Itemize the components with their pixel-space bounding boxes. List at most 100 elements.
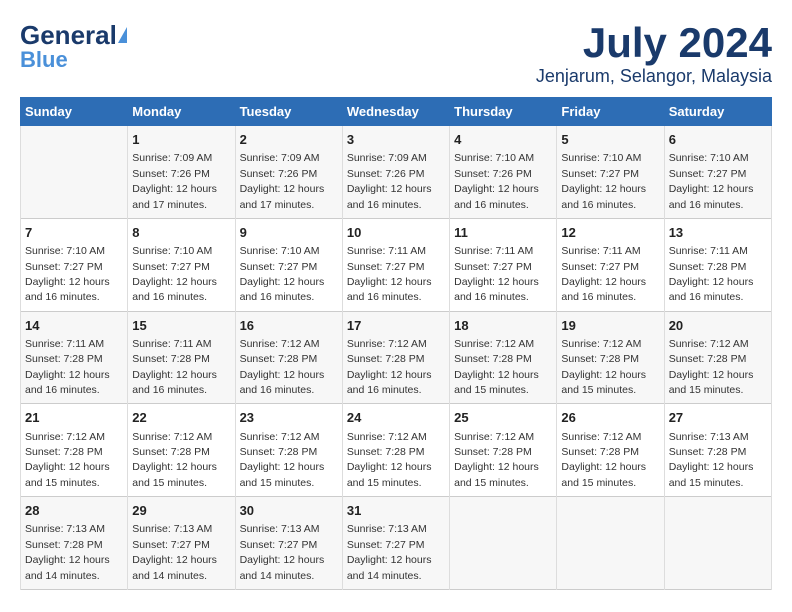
day-sunrise: Sunrise: 7:11 AMSunset: 7:28 PMDaylight:… [25, 338, 110, 396]
table-row: 9 Sunrise: 7:10 AMSunset: 7:27 PMDayligh… [235, 218, 342, 311]
day-number: 17 [347, 317, 445, 335]
table-row: 13 Sunrise: 7:11 AMSunset: 7:28 PMDaylig… [664, 218, 771, 311]
table-row [664, 497, 771, 590]
table-row: 19 Sunrise: 7:12 AMSunset: 7:28 PMDaylig… [557, 311, 664, 404]
table-row: 3 Sunrise: 7:09 AMSunset: 7:26 PMDayligh… [342, 126, 449, 219]
header-wednesday: Wednesday [342, 98, 449, 126]
day-number: 8 [132, 224, 230, 242]
calendar-week-row: 28 Sunrise: 7:13 AMSunset: 7:28 PMDaylig… [21, 497, 772, 590]
calendar-week-row: 21 Sunrise: 7:12 AMSunset: 7:28 PMDaylig… [21, 404, 772, 497]
table-row: 27 Sunrise: 7:13 AMSunset: 7:28 PMDaylig… [664, 404, 771, 497]
table-row: 6 Sunrise: 7:10 AMSunset: 7:27 PMDayligh… [664, 126, 771, 219]
day-sunrise: Sunrise: 7:11 AMSunset: 7:27 PMDaylight:… [454, 245, 539, 303]
day-sunrise: Sunrise: 7:11 AMSunset: 7:27 PMDaylight:… [347, 245, 432, 303]
location-title: Jenjarum, Selangor, Malaysia [536, 66, 772, 87]
day-sunrise: Sunrise: 7:12 AMSunset: 7:28 PMDaylight:… [132, 431, 217, 489]
title-section: July 2024 Jenjarum, Selangor, Malaysia [536, 20, 772, 87]
header-friday: Friday [557, 98, 664, 126]
day-number: 24 [347, 409, 445, 427]
table-row: 7 Sunrise: 7:10 AMSunset: 7:27 PMDayligh… [21, 218, 128, 311]
calendar-week-row: 7 Sunrise: 7:10 AMSunset: 7:27 PMDayligh… [21, 218, 772, 311]
table-row: 15 Sunrise: 7:11 AMSunset: 7:28 PMDaylig… [128, 311, 235, 404]
header-sunday: Sunday [21, 98, 128, 126]
day-sunrise: Sunrise: 7:11 AMSunset: 7:28 PMDaylight:… [669, 245, 754, 303]
day-number: 15 [132, 317, 230, 335]
table-row: 10 Sunrise: 7:11 AMSunset: 7:27 PMDaylig… [342, 218, 449, 311]
table-row: 25 Sunrise: 7:12 AMSunset: 7:28 PMDaylig… [450, 404, 557, 497]
table-row: 26 Sunrise: 7:12 AMSunset: 7:28 PMDaylig… [557, 404, 664, 497]
table-row: 8 Sunrise: 7:10 AMSunset: 7:27 PMDayligh… [128, 218, 235, 311]
table-row: 18 Sunrise: 7:12 AMSunset: 7:28 PMDaylig… [450, 311, 557, 404]
day-number: 5 [561, 131, 659, 149]
day-sunrise: Sunrise: 7:12 AMSunset: 7:28 PMDaylight:… [454, 431, 539, 489]
table-row: 16 Sunrise: 7:12 AMSunset: 7:28 PMDaylig… [235, 311, 342, 404]
table-row: 17 Sunrise: 7:12 AMSunset: 7:28 PMDaylig… [342, 311, 449, 404]
day-number: 25 [454, 409, 552, 427]
day-sunrise: Sunrise: 7:10 AMSunset: 7:27 PMDaylight:… [561, 152, 646, 210]
day-sunrise: Sunrise: 7:10 AMSunset: 7:27 PMDaylight:… [132, 245, 217, 303]
calendar-header-row: Sunday Monday Tuesday Wednesday Thursday… [21, 98, 772, 126]
day-sunrise: Sunrise: 7:12 AMSunset: 7:28 PMDaylight:… [240, 431, 325, 489]
table-row: 31 Sunrise: 7:13 AMSunset: 7:27 PMDaylig… [342, 497, 449, 590]
logo: General Blue [20, 20, 127, 73]
month-title: July 2024 [536, 20, 772, 66]
header-tuesday: Tuesday [235, 98, 342, 126]
table-row: 30 Sunrise: 7:13 AMSunset: 7:27 PMDaylig… [235, 497, 342, 590]
day-sunrise: Sunrise: 7:12 AMSunset: 7:28 PMDaylight:… [347, 338, 432, 396]
day-number: 12 [561, 224, 659, 242]
header-monday: Monday [128, 98, 235, 126]
day-sunrise: Sunrise: 7:12 AMSunset: 7:28 PMDaylight:… [240, 338, 325, 396]
day-sunrise: Sunrise: 7:12 AMSunset: 7:28 PMDaylight:… [669, 338, 754, 396]
table-row: 20 Sunrise: 7:12 AMSunset: 7:28 PMDaylig… [664, 311, 771, 404]
calendar-table: Sunday Monday Tuesday Wednesday Thursday… [20, 97, 772, 590]
day-number: 16 [240, 317, 338, 335]
table-row: 29 Sunrise: 7:13 AMSunset: 7:27 PMDaylig… [128, 497, 235, 590]
day-sunrise: Sunrise: 7:13 AMSunset: 7:27 PMDaylight:… [347, 523, 432, 581]
day-number: 3 [347, 131, 445, 149]
day-number: 26 [561, 409, 659, 427]
day-sunrise: Sunrise: 7:12 AMSunset: 7:28 PMDaylight:… [25, 431, 110, 489]
day-number: 27 [669, 409, 767, 427]
day-number: 28 [25, 502, 123, 520]
table-row: 12 Sunrise: 7:11 AMSunset: 7:27 PMDaylig… [557, 218, 664, 311]
table-row: 24 Sunrise: 7:12 AMSunset: 7:28 PMDaylig… [342, 404, 449, 497]
day-number: 1 [132, 131, 230, 149]
day-sunrise: Sunrise: 7:09 AMSunset: 7:26 PMDaylight:… [347, 152, 432, 210]
day-number: 14 [25, 317, 123, 335]
table-row: 1 Sunrise: 7:09 AMSunset: 7:26 PMDayligh… [128, 126, 235, 219]
header-saturday: Saturday [664, 98, 771, 126]
page-header: General Blue July 2024 Jenjarum, Selango… [20, 20, 772, 87]
header-thursday: Thursday [450, 98, 557, 126]
table-row [450, 497, 557, 590]
day-number: 31 [347, 502, 445, 520]
day-number: 22 [132, 409, 230, 427]
day-sunrise: Sunrise: 7:10 AMSunset: 7:27 PMDaylight:… [240, 245, 325, 303]
day-sunrise: Sunrise: 7:09 AMSunset: 7:26 PMDaylight:… [240, 152, 325, 210]
table-row: 5 Sunrise: 7:10 AMSunset: 7:27 PMDayligh… [557, 126, 664, 219]
table-row [21, 126, 128, 219]
day-sunrise: Sunrise: 7:12 AMSunset: 7:28 PMDaylight:… [561, 338, 646, 396]
day-sunrise: Sunrise: 7:13 AMSunset: 7:28 PMDaylight:… [669, 431, 754, 489]
day-number: 21 [25, 409, 123, 427]
calendar-week-row: 14 Sunrise: 7:11 AMSunset: 7:28 PMDaylig… [21, 311, 772, 404]
day-number: 30 [240, 502, 338, 520]
table-row: 21 Sunrise: 7:12 AMSunset: 7:28 PMDaylig… [21, 404, 128, 497]
calendar-week-row: 1 Sunrise: 7:09 AMSunset: 7:26 PMDayligh… [21, 126, 772, 219]
day-sunrise: Sunrise: 7:12 AMSunset: 7:28 PMDaylight:… [561, 431, 646, 489]
day-sunrise: Sunrise: 7:12 AMSunset: 7:28 PMDaylight:… [454, 338, 539, 396]
day-number: 6 [669, 131, 767, 149]
day-number: 9 [240, 224, 338, 242]
day-sunrise: Sunrise: 7:13 AMSunset: 7:27 PMDaylight:… [240, 523, 325, 581]
day-number: 18 [454, 317, 552, 335]
day-number: 11 [454, 224, 552, 242]
day-number: 19 [561, 317, 659, 335]
day-number: 4 [454, 131, 552, 149]
day-sunrise: Sunrise: 7:10 AMSunset: 7:27 PMDaylight:… [669, 152, 754, 210]
table-row [557, 497, 664, 590]
table-row: 2 Sunrise: 7:09 AMSunset: 7:26 PMDayligh… [235, 126, 342, 219]
table-row: 23 Sunrise: 7:12 AMSunset: 7:28 PMDaylig… [235, 404, 342, 497]
day-sunrise: Sunrise: 7:09 AMSunset: 7:26 PMDaylight:… [132, 152, 217, 210]
day-sunrise: Sunrise: 7:11 AMSunset: 7:27 PMDaylight:… [561, 245, 646, 303]
day-sunrise: Sunrise: 7:13 AMSunset: 7:28 PMDaylight:… [25, 523, 110, 581]
day-number: 13 [669, 224, 767, 242]
